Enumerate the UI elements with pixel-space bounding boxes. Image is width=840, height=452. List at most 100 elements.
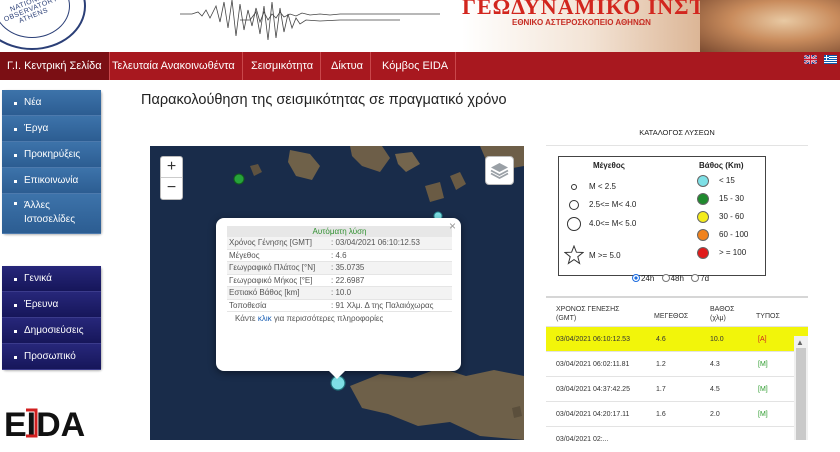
nav-eida-node[interactable]: Κόμβος EIDA [375, 52, 457, 80]
nav-announcements[interactable]: Τελευταία Ανακοινωθέντα [105, 52, 243, 80]
cell-time: 03/04/2021 06:10:12.53 [556, 336, 630, 343]
popup-label: Γεωγραφικό Μήκος [°E] [229, 275, 313, 285]
cell-magnitude: 1.6 [656, 411, 666, 418]
eida-logo[interactable]: EIDA [4, 404, 102, 440]
zoom-out-button[interactable]: − [161, 178, 182, 199]
table-row[interactable]: 03/04/2021 06:10:12.53 4.6 10.0 [A] [546, 326, 808, 351]
table-header-row: ΧΡΟΝΟΣ ΓΕΝΕΣΗΣ (GMT) ΜΕΓΕΘΟΣ ΒΑΘΟΣ (χλμ)… [546, 296, 808, 326]
popup-value: : 91 Χλμ. Δ της Παλαιόχωρας [331, 300, 434, 310]
table-row[interactable]: 03/04/2021 06:02:11.81 1.2 4.3 [M] [546, 351, 808, 376]
magnitude-label: M < 2.5 [589, 182, 616, 191]
cell-magnitude: 1.7 [656, 386, 666, 393]
depth-label: 15 - 30 [719, 194, 744, 203]
scroll-up-icon[interactable]: ▲ [796, 338, 804, 347]
radio-icon [661, 274, 670, 282]
depth-color-dot [697, 229, 709, 241]
catalog-legend: Μέγεθος Βάθος (Km) M < 2.5 2.5<= M< 4.0 … [558, 156, 766, 276]
eida-logo-text: EIDA [4, 406, 85, 440]
institute-subtitle: ΕΘΝΙΚΟ ΑΣΤΕΡΟΣΚΟΠΕΙΟ ΑΘΗΝΩΝ [512, 18, 651, 27]
cell-depth: 2.0 [710, 411, 720, 418]
period-radio-48h[interactable]: 48h [661, 274, 684, 283]
island-shape [350, 146, 390, 172]
observatory-logo[interactable]: NATIONAL OBSERVATORY ATHENS [0, 0, 86, 50]
period-label: 24h [641, 274, 655, 283]
depth-label: 30 - 60 [719, 212, 744, 221]
greek-flag-icon[interactable] [824, 55, 837, 64]
sidebar-item-news[interactable]: Νέα [2, 90, 101, 116]
earthquake-marker [233, 173, 245, 185]
popup-close-icon[interactable]: × [449, 219, 456, 233]
popup-header: Αυτόματη λύση [227, 226, 452, 237]
cell-depth: 4.3 [710, 361, 720, 368]
sidebar-item-publications[interactable]: Δημοσιεύσεις [2, 318, 101, 344]
cell-type: [M] [758, 386, 768, 393]
catalog-title: ΚΑΤΑΛΟΓΟΣ ΛΥΣΕΩΝ [546, 120, 808, 146]
island-shape [395, 152, 420, 172]
nav-home[interactable]: Γ.Ι. Κεντρική Σελίδα [0, 52, 110, 80]
layers-icon [490, 163, 509, 180]
catalog-panel: ΚΑΤΑΛΟΓΟΣ ΛΥΣΕΩΝ Μέγεθος Βάθος (Km) M < … [546, 120, 808, 443]
seismicity-map[interactable]: + − × Αυτόματη λύση Χρόνος Γένησης [GMT]… [150, 146, 524, 440]
popup-label: Εστιακό Βάθος [km] [229, 288, 300, 297]
magnitude-symbol-large [567, 217, 581, 231]
popup-value: : 35.0735 [331, 263, 365, 272]
popup-value: : 03/04/2021 06:10:12.53 [331, 238, 420, 247]
cell-time: 03/04/2021 04:37:42.25 [556, 386, 630, 393]
crete-shape [350, 368, 524, 440]
period-selector: 24h 48h 7d [632, 274, 714, 283]
layers-button[interactable] [485, 156, 514, 185]
scrollbar-thumb[interactable] [796, 348, 806, 440]
cell-magnitude: 1.2 [656, 361, 666, 368]
sidebar-item-staff[interactable]: Προσωπικό [2, 344, 101, 370]
popup-row: Χρόνος Γένησης [GMT] : 03/04/2021 06:10:… [227, 237, 452, 250]
depth-color-dot [697, 175, 709, 187]
earthquake-popup: × Αυτόματη λύση Χρόνος Γένησης [GMT] : 0… [216, 218, 461, 379]
period-radio-7d[interactable]: 7d [691, 274, 709, 283]
depth-color-dot [697, 211, 709, 223]
sidebar-item-announcements[interactable]: Προκηρύξεις [2, 142, 101, 168]
legend-magnitude-title: Μέγεθος [593, 161, 625, 170]
nav-seismicity[interactable]: Σεισμικότητα [244, 52, 322, 80]
col-header-magnitude: ΜΕΓΕΘΟΣ [654, 313, 689, 320]
table-row[interactable]: 03/04/2021 02:... [546, 426, 808, 451]
popup-row: Τοποθεσία : 91 Χλμ. Δ της Παλαιόχωρας [227, 300, 452, 312]
period-radio-24h[interactable]: 24h [632, 274, 654, 283]
more-info-link[interactable]: κλικ [258, 314, 272, 323]
cell-type: [M] [758, 411, 768, 418]
zoom-in-button[interactable]: + [161, 157, 182, 178]
popup-row: Εστιακό Βάθος [km] : 10.0 [227, 287, 452, 300]
sidebar-item-other-sites[interactable]: Άλλες Ιστοσελίδες [2, 194, 101, 234]
magnitude-label: 4.0<= M< 5.0 [589, 219, 637, 228]
popup-row: Γεωγραφικό Μήκος [°E] : 22.6987 [227, 275, 452, 287]
cell-magnitude: 4.6 [656, 336, 666, 343]
island-shape [250, 164, 262, 176]
sidebar-item-research[interactable]: Έρευνα [2, 292, 101, 318]
earthquake-table: ΧΡΟΝΟΣ ΓΕΝΕΣΗΣ (GMT) ΜΕΓΕΘΟΣ ΒΑΘΟΣ (χλμ)… [546, 296, 808, 451]
map-zoom-control: + − [160, 156, 183, 200]
table-row[interactable]: 03/04/2021 04:20:17.11 1.6 2.0 [M] [546, 401, 808, 426]
sidebar-item-projects[interactable]: Έργα [2, 116, 101, 142]
page-title: Παρακολούθηση της σεισμικότητας σε πραγμ… [141, 92, 507, 108]
cell-depth: 10.0 [710, 336, 724, 343]
seismogram-graphic [180, 0, 440, 41]
table-scrollbar[interactable]: ▲ [794, 336, 808, 440]
cell-time: 03/04/2021 04:20:17.11 [556, 411, 630, 418]
header-map-art [700, 0, 840, 52]
depth-label: > = 100 [719, 248, 747, 257]
popup-label: Χρόνος Γένησης [GMT] [229, 238, 312, 247]
popup-value: : 10.0 [331, 288, 352, 297]
sidebar-menu-primary: Νέα Έργα Προκηρύξεις Επικοινωνία Άλλες Ι… [2, 90, 101, 234]
english-flag-icon[interactable] [804, 55, 817, 64]
col-header-time: ΧΡΟΝΟΣ ΓΕΝΕΣΗΣ (GMT) [556, 306, 620, 322]
popup-more-info: Κάντε κλικ για περισσότερες πληροφορίες [227, 312, 452, 323]
table-row[interactable]: 03/04/2021 04:37:42.25 1.7 4.5 [M] [546, 376, 808, 401]
sidebar-item-general[interactable]: Γενικά [2, 266, 101, 292]
depth-color-dot [697, 193, 709, 205]
nav-networks[interactable]: Δίκτυα [324, 52, 372, 80]
sidebar-item-contact[interactable]: Επικοινωνία [2, 168, 101, 194]
magnitude-label: 2.5<= M< 4.0 [589, 200, 637, 209]
popup-details: Χρόνος Γένησης [GMT] : 03/04/2021 06:10:… [227, 237, 452, 312]
radio-icon [632, 274, 640, 282]
popup-value: : 4.6 [331, 250, 347, 260]
star-icon [564, 245, 584, 265]
